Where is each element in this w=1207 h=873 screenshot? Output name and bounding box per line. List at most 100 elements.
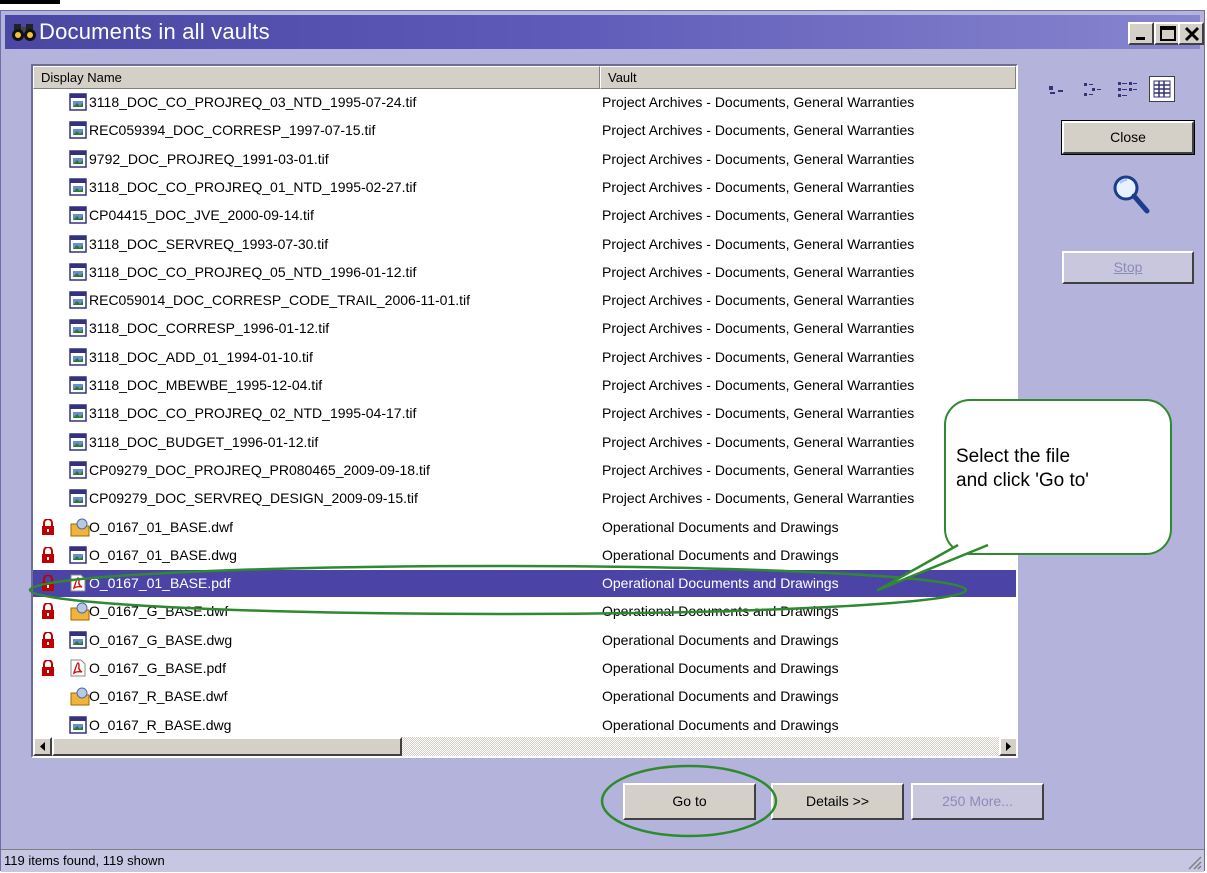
display-name-cell: 3118_DOC_CORRESP_1996-01-12.tif [89, 320, 330, 337]
vault-cell: Operational Documents and Drawings [602, 575, 839, 592]
image-file-icon [69, 630, 87, 649]
table-row[interactable]: O_0167_01_BASE.dwf Operational Documents … [33, 514, 1016, 541]
dwf-file-icon [69, 602, 90, 621]
lock-icon [41, 602, 55, 620]
table-row[interactable]: O_0167_G_BASE.dwg Operational Documents a… [33, 627, 1016, 654]
stop-button[interactable]: Stop [1062, 251, 1194, 284]
minimize-button[interactable] [1128, 22, 1154, 45]
display-name-cell: REC059014_DOC_CORRESP_CODE_TRAIL_2006-11… [89, 292, 471, 309]
table-row[interactable]: 3118_DOC_CO_PROJREQ_03_NTD_1995-07-24.ti… [33, 89, 1016, 116]
scroll-right-button[interactable] [999, 737, 1016, 756]
table-row[interactable]: O_0167_01_BASE.pdf Operational Documents … [33, 570, 1016, 598]
vault-cell: Project Archives - Documents, General Wa… [602, 94, 915, 110]
vault-cell: Operational Documents and Drawings [602, 716, 839, 733]
dwf-file-icon [69, 687, 90, 706]
scroll-left-button[interactable] [33, 737, 52, 756]
image-file-icon [69, 178, 87, 196]
more-results-button[interactable]: 250 More... [911, 783, 1044, 820]
display-name-cell: 3118_DOC_BUDGET_1996-01-12.tif [89, 433, 319, 450]
close-icon [1184, 26, 1200, 42]
table-row[interactable]: 3118_DOC_CORRESP_1996-01-12.tif Project A… [33, 315, 1016, 342]
display-name-cell: O_0167_G_BASE.dwg [89, 631, 233, 648]
display-name-cell: CP09279_DOC_SERVREQ_DESIGN_2009-09-15.ti… [89, 490, 418, 507]
image-file-icon [69, 149, 87, 168]
close-button[interactable]: Close [1061, 120, 1195, 155]
vault-cell: Project Archives - Documents, General Wa… [602, 122, 915, 139]
display-name-cell: O_0167_01_BASE.pdf [89, 575, 231, 592]
display-name-cell: O_0167_R_BASE.dwf [89, 688, 228, 705]
display-name-cell: O_0167_G_BASE.dwf [89, 603, 229, 620]
display-name-cell: CP09279_DOC_PROJREQ_PR080465_2009-09-18.… [89, 461, 430, 478]
table-row[interactable]: 3118_DOC_CO_PROJREQ_01_NTD_1995-02-27.ti… [33, 174, 1016, 201]
status-text: 119 items found, 119 shown [4, 853, 165, 868]
view-mode-icons [1046, 76, 1196, 104]
details-button[interactable]: Details >> [771, 783, 904, 820]
vault-cell: Project Archives - Documents, General Wa… [602, 490, 915, 507]
image-file-icon [69, 234, 87, 253]
display-name-cell: 3118_DOC_MBEWBE_1995-12-04.tif [89, 377, 323, 393]
pdf-file-icon [69, 659, 87, 677]
small-icons-view-icon[interactable] [1080, 76, 1106, 102]
dwf-file-icon [69, 518, 90, 536]
image-file-icon [69, 546, 87, 564]
image-file-icon [69, 376, 87, 394]
goto-button[interactable]: Go to [623, 783, 756, 820]
pdf-file-icon [69, 574, 87, 592]
display-name-cell: O_0167_01_BASE.dwg [89, 546, 237, 563]
list-view-icon[interactable] [1114, 76, 1140, 102]
display-name-cell: O_0167_01_BASE.dwf [89, 518, 233, 535]
table-row[interactable]: 3118_DOC_CO_PROJREQ_02_NTD_1995-04-17.ti… [33, 400, 1016, 427]
column-header-display-name[interactable]: Display Name [33, 66, 600, 89]
image-file-icon [69, 263, 87, 281]
display-name-cell: 3118_DOC_CO_PROJREQ_02_NTD_1995-04-17.ti… [89, 405, 417, 422]
results-list[interactable]: Display Name Vault 3118_DOC_CO_PROJREQ_0… [31, 64, 1018, 758]
table-row[interactable]: 3118_DOC_BUDGET_1996-01-12.tif Project Ar… [33, 429, 1016, 456]
resize-grip-icon[interactable] [1186, 854, 1202, 870]
display-name-cell: 9792_DOC_PROJREQ_1991-03-01.tif [89, 150, 329, 167]
display-name-cell: O_0167_G_BASE.pdf [89, 660, 226, 676]
table-row[interactable]: O_0167_R_BASE.dwf Operational Documents a… [33, 683, 1016, 710]
maximize-button[interactable] [1154, 22, 1180, 45]
vault-cell: Project Archives - Documents, General Wa… [602, 461, 915, 478]
close-window-button[interactable] [1178, 22, 1204, 45]
display-name-cell: 3118_DOC_SERVREQ_1993-07-30.tif [89, 235, 329, 252]
table-row[interactable]: O_0167_G_BASE.dwf Operational Documents a… [33, 598, 1016, 625]
top-edge-mark [0, 0, 60, 4]
table-row[interactable]: CP09279_DOC_PROJREQ_PR080465_2009-09-18.… [33, 457, 1016, 484]
lock-icon [41, 545, 55, 563]
table-row[interactable]: 9792_DOC_PROJREQ_1991-03-01.tif Project A… [33, 146, 1016, 173]
table-row[interactable]: CP04415_DOC_JVE_2000-09-14.tif Project Ar… [33, 202, 1016, 229]
table-row[interactable]: REC059014_DOC_CORRESP_CODE_TRAIL_2006-11… [33, 287, 1016, 314]
table-row[interactable]: 3118_DOC_CO_PROJREQ_05_NTD_1996-01-12.ti… [33, 259, 1016, 286]
magnifier-icon [1111, 173, 1151, 217]
vault-cell: Operational Documents and Drawings [602, 631, 839, 648]
table-row[interactable]: O_0167_G_BASE.pdf Operational Documents a… [33, 655, 1016, 682]
vault-cell: Project Archives - Documents, General Wa… [602, 320, 915, 337]
image-file-icon [69, 404, 87, 423]
lock-icon [41, 659, 55, 676]
table-row[interactable]: 3118_DOC_SERVREQ_1993-07-30.tif Project A… [33, 231, 1016, 258]
table-row[interactable]: 3118_DOC_ADD_01_1994-01-10.tif Project Ar… [33, 344, 1016, 371]
horizontal-scroll-thumb[interactable] [52, 737, 402, 756]
table-row[interactable]: CP09279_DOC_SERVREQ_DESIGN_2009-09-15.ti… [33, 485, 1016, 512]
image-file-icon [69, 489, 87, 507]
lock-icon [41, 574, 55, 592]
vault-cell: Operational Documents and Drawings [602, 518, 839, 535]
vault-cell: Operational Documents and Drawings [602, 603, 839, 620]
horizontal-scrollbar[interactable] [33, 737, 1016, 756]
details-view-icon[interactable] [1149, 76, 1175, 102]
image-file-icon [69, 347, 87, 366]
table-row[interactable]: 3118_DOC_MBEWBE_1995-12-04.tif Project Ar… [33, 372, 1016, 399]
vault-cell: Project Archives - Documents, General Wa… [602, 405, 915, 422]
vault-cell: Project Archives - Documents, General Wa… [602, 263, 915, 280]
image-file-icon [69, 291, 87, 309]
table-row[interactable]: O_0167_R_BASE.dwg Operational Documents a… [33, 712, 1016, 739]
large-icons-view-icon[interactable] [1046, 76, 1072, 102]
column-header-vault[interactable]: Vault [600, 66, 1016, 89]
table-row[interactable]: O_0167_01_BASE.dwg Operational Documents … [33, 542, 1016, 569]
title-bar[interactable]: Documents in all vaults [5, 15, 1204, 49]
image-file-icon [69, 461, 87, 479]
vault-cell: Project Archives - Documents, General Wa… [602, 150, 915, 167]
table-row[interactable]: REC059394_DOC_CORRESP_1997-07-15.tif Proj… [33, 117, 1016, 144]
display-name-cell: CP04415_DOC_JVE_2000-09-14.tif [89, 207, 314, 224]
